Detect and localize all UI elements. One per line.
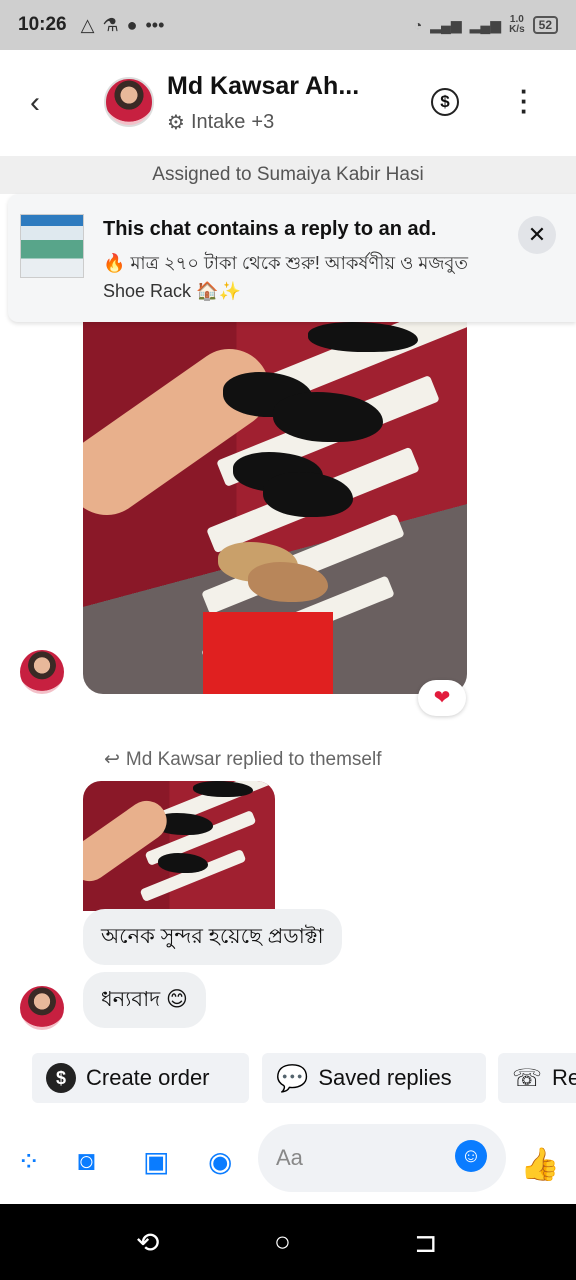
chat-header: ‹ Md Kawsar Ah... ⚙ Intake +3 $ · · · <box>0 50 576 156</box>
camera-icon[interactable]: ◙ <box>78 1145 95 1177</box>
payment-button[interactable]: $ <box>431 88 459 116</box>
image-icon[interactable]: ▣ <box>143 1145 169 1178</box>
create-order-label: Create order <box>86 1065 210 1090</box>
home-icon[interactable]: ○ <box>274 1226 291 1258</box>
create-order-button[interactable]: $ Create order <box>32 1053 249 1103</box>
saved-replies-button[interactable]: 💬 Saved replies <box>262 1053 486 1103</box>
warning-icon: △ <box>80 14 95 35</box>
heart-reaction[interactable]: ❤ <box>418 680 466 716</box>
label-extra: +3 <box>251 111 275 133</box>
dollar-icon: $ <box>46 1063 76 1093</box>
signal-icon-2: ▂▄▆ <box>469 16 502 33</box>
fire-icon: 🔥 <box>103 253 126 273</box>
status-bar: 10:26 △ ⚗ ● ••• ◔ ▂▄▆ ▂▄▆ 1.0 K/s 52 <box>0 0 576 50</box>
apps-grid-icon[interactable]: ⁘ <box>17 1145 40 1178</box>
call-label: Re <box>552 1065 576 1090</box>
system-nav-bar: ⟲ ○ ⊐ <box>0 1204 576 1280</box>
more-options-icon[interactable]: · · · <box>520 78 529 124</box>
label-name: Intake <box>190 111 246 133</box>
shoe-rack-photo[interactable] <box>83 322 467 694</box>
network-speed: 1.0 K/s <box>509 14 525 35</box>
ad-thumbnail[interactable] <box>20 214 84 278</box>
close-icon[interactable]: ✕ <box>518 216 556 254</box>
emoji-icon[interactable]: ☺ <box>455 1140 487 1172</box>
saved-replies-label: Saved replies <box>318 1065 452 1090</box>
photo-hand <box>83 333 286 531</box>
saved-replies-icon: 💬 <box>276 1062 309 1093</box>
reply-context-label: Md Kawsar replied to themself <box>125 748 382 770</box>
chat-bubble-icon[interactable]: ◉ <box>208 1145 232 1178</box>
reply-context: ↩ Md Kawsar replied to themself <box>104 748 381 771</box>
wifi-icon: ◔ <box>413 17 423 33</box>
status-right: ◔ ▂▄▆ ▂▄▆ 1.0 K/s 52 <box>414 15 558 35</box>
message-bubble[interactable]: ধন্যবাদ 😊 <box>83 972 206 1028</box>
more-notifications-icon: ••• <box>145 14 165 35</box>
sender-avatar[interactable] <box>20 986 64 1030</box>
photo-shoe <box>193 781 253 797</box>
contact-name[interactable]: Md Kawsar Ah... <box>167 72 359 101</box>
sender-avatar[interactable] <box>20 650 64 694</box>
photo-shoe <box>158 853 208 873</box>
battery-level: 52 <box>532 16 558 34</box>
ad-caption: মাত্র ২৭০ টাকা থেকে শুরু! আকর্ষণীয় ও মজ… <box>103 253 468 301</box>
assigned-banner: Assigned to Sumaiya Kabir Hasi <box>0 156 576 194</box>
contact-labels[interactable]: ⚙ Intake +3 <box>167 110 274 135</box>
message-composer: ⁘ ◙ ▣ ◉ Aa ☺ 👍 <box>0 1118 576 1204</box>
back-arrow-icon[interactable]: ‹ <box>30 86 40 120</box>
label-icon: ⚙ <box>167 112 185 134</box>
contact-avatar[interactable] <box>104 77 154 127</box>
chat-notification-icon: ● <box>126 14 138 35</box>
ad-banner-text: 🔥 মাত্র ২৭০ টাকা থেকে শুরু! আকর্ষণীয় ও … <box>103 249 483 305</box>
recent-apps-icon[interactable]: ⟲ <box>136 1226 159 1259</box>
house-sparkle-icon: 🏠✨ <box>196 281 241 301</box>
photo-hand <box>83 793 175 889</box>
flask-icon: ⚗ <box>102 14 119 35</box>
thumbs-up-icon[interactable]: 👍 <box>520 1145 560 1183</box>
message-bubble[interactable]: অনেক সুন্দর হয়েছে প্রডাক্টা <box>83 909 342 965</box>
call-button[interactable]: ☏ Re <box>498 1053 576 1103</box>
ad-reply-banner[interactable]: This chat contains a reply to an ad. 🔥 ম… <box>8 194 576 322</box>
status-time: 10:26 <box>18 14 67 35</box>
reply-arrow-icon: ↩ <box>104 749 120 770</box>
ad-banner-title: This chat contains a reply to an ad. <box>103 218 437 240</box>
notification-icons: △ ⚗ ● ••• <box>81 15 165 36</box>
back-nav-icon[interactable]: ⊐ <box>414 1226 437 1259</box>
replied-photo-thumbnail[interactable] <box>83 781 275 911</box>
phone-add-icon: ☏ <box>512 1064 543 1092</box>
photo-stool <box>203 612 333 694</box>
signal-icon: ▂▄▆ <box>430 16 462 33</box>
